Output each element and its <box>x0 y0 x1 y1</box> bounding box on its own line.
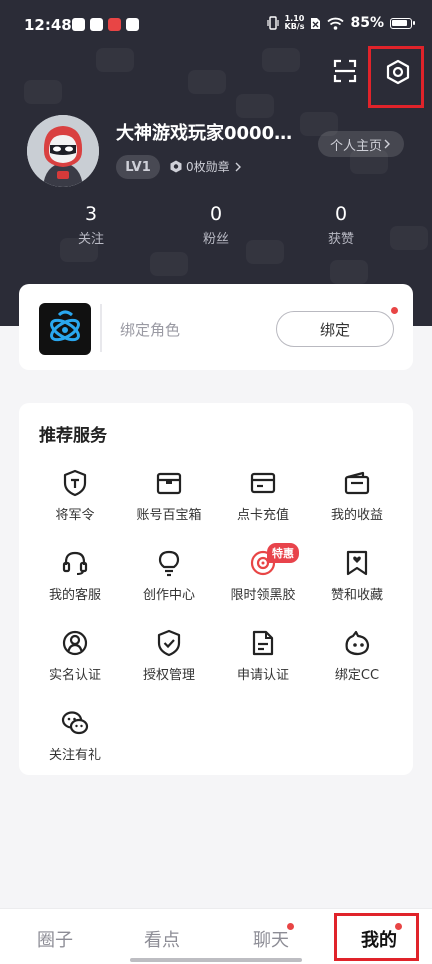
tab-chat[interactable]: 聊天 <box>231 926 311 952</box>
status-bar: 12:48 1.10 KB/s 85% <box>0 0 432 50</box>
username[interactable]: 大神游戏玩家0000… <box>116 119 306 145</box>
service-label: 申请认证 <box>236 668 289 683</box>
service-label: 绑定CC <box>334 668 380 683</box>
stat-value: 0 <box>334 203 348 225</box>
document-icon <box>252 630 274 656</box>
bind-role-card: 绑定角色 绑定 <box>19 284 413 370</box>
stat-value: 0 <box>209 203 223 225</box>
bind-role-label: 绑定角色 <box>120 321 181 339</box>
wifi-icon <box>327 17 345 30</box>
divider <box>100 304 102 352</box>
card-icon <box>250 472 276 494</box>
bookmark-heart-icon <box>346 550 368 576</box>
medals-count: 0枚勋章 <box>186 160 230 174</box>
avatar[interactable] <box>27 115 99 187</box>
service-label: 实名认证 <box>48 668 101 683</box>
stat-label: 获赞 <box>327 232 354 247</box>
stat-label: 粉丝 <box>202 232 229 247</box>
notification-app-icon <box>72 18 85 31</box>
service-customer-support[interactable]: 我的客服 <box>27 549 123 619</box>
battery-percent: 85% <box>350 15 384 31</box>
scan-button[interactable] <box>332 58 358 84</box>
shield-t-icon <box>63 469 87 497</box>
headset-icon <box>62 551 88 575</box>
battlenet-logo-icon <box>50 310 80 342</box>
service-follow-gift[interactable]: 关注有礼 <box>27 709 123 779</box>
notification-icons <box>72 18 139 31</box>
service-label: 我的客服 <box>48 588 101 603</box>
shield-check-icon <box>157 629 181 657</box>
network-speed: 1.10 KB/s <box>285 15 305 31</box>
highlight-box-settings <box>368 46 424 108</box>
service-label: 创作中心 <box>142 588 195 603</box>
notification-app-icon <box>126 18 139 31</box>
vibrate-icon <box>266 16 279 30</box>
battery-icon <box>390 17 415 29</box>
highlight-box-me-tab <box>334 913 419 961</box>
tab-highlights[interactable]: 看点 <box>122 926 202 952</box>
service-my-earnings[interactable]: 我的收益 <box>309 469 405 539</box>
chat-notification-dot <box>287 923 294 930</box>
wechat-icon <box>61 711 89 735</box>
service-label: 限时领黑胶 <box>230 588 296 603</box>
service-likes-favorites[interactable]: 赞和收藏 <box>309 549 405 619</box>
bind-button[interactable]: 绑定 <box>276 311 394 347</box>
chevron-right-icon <box>384 139 390 149</box>
lightbulb-icon <box>158 550 180 577</box>
services-card: 推荐服务 将军令 账号百宝箱 点卡充值 我的收益 我的客服 创作中心 特惠 限时… <box>19 403 413 775</box>
avatar-image <box>27 115 99 187</box>
services-title: 推荐服务 <box>39 426 107 446</box>
service-label: 将军令 <box>55 508 95 523</box>
user-circle-icon <box>62 630 88 656</box>
stat-followers[interactable]: 0 粉丝 <box>171 203 261 247</box>
service-apply-certification[interactable]: 申请认证 <box>215 629 311 699</box>
personal-homepage-button[interactable]: 个人主页 <box>318 131 404 157</box>
home-indicator <box>130 958 302 962</box>
service-label: 账号百宝箱 <box>136 508 202 523</box>
notification-app-icon <box>108 18 121 31</box>
scan-icon <box>333 59 357 83</box>
service-label: 点卡充值 <box>236 508 289 523</box>
wallet-icon <box>344 471 370 495</box>
game-logo <box>39 303 91 355</box>
service-label: 关注有礼 <box>48 748 101 763</box>
status-time: 12:48 <box>24 16 72 34</box>
promo-badge: 特惠 <box>267 543 299 563</box>
network-speed-unit: KB/s <box>284 22 305 31</box>
treasure-box-icon <box>156 472 182 495</box>
status-right: 1.10 KB/s 85% <box>266 15 415 31</box>
stat-label: 关注 <box>77 232 104 247</box>
level-badge[interactable]: LV1 <box>116 155 160 179</box>
medals-link[interactable]: 0枚勋章 <box>170 158 242 175</box>
service-label: 赞和收藏 <box>330 588 383 603</box>
personal-homepage-label: 个人主页 <box>329 138 382 154</box>
service-creator-center[interactable]: 创作中心 <box>121 549 217 619</box>
service-label: 我的收益 <box>330 508 383 523</box>
notification-dot <box>391 307 398 314</box>
stat-value: 3 <box>84 203 98 225</box>
service-real-name-verification[interactable]: 实名认证 <box>27 629 123 699</box>
service-bind-cc[interactable]: 绑定CC <box>309 629 405 699</box>
chevron-right-icon <box>235 162 241 171</box>
service-label: 授权管理 <box>142 668 195 683</box>
service-account-treasure-box[interactable]: 账号百宝箱 <box>121 469 217 539</box>
medal-icon <box>170 160 182 173</box>
service-limited-vinyl[interactable]: 特惠 限时领黑胶 <box>215 543 311 619</box>
service-general-token[interactable]: 将军令 <box>27 469 123 539</box>
service-card-recharge[interactable]: 点卡充值 <box>215 469 311 539</box>
stat-likes[interactable]: 0 获赞 <box>296 203 386 247</box>
tab-circle[interactable]: 圈子 <box>15 926 95 952</box>
no-sim-icon <box>311 17 321 29</box>
stat-following[interactable]: 3 关注 <box>46 203 136 247</box>
cc-icon <box>345 630 370 656</box>
service-authorization-management[interactable]: 授权管理 <box>121 629 217 699</box>
notification-app-icon <box>90 18 103 31</box>
